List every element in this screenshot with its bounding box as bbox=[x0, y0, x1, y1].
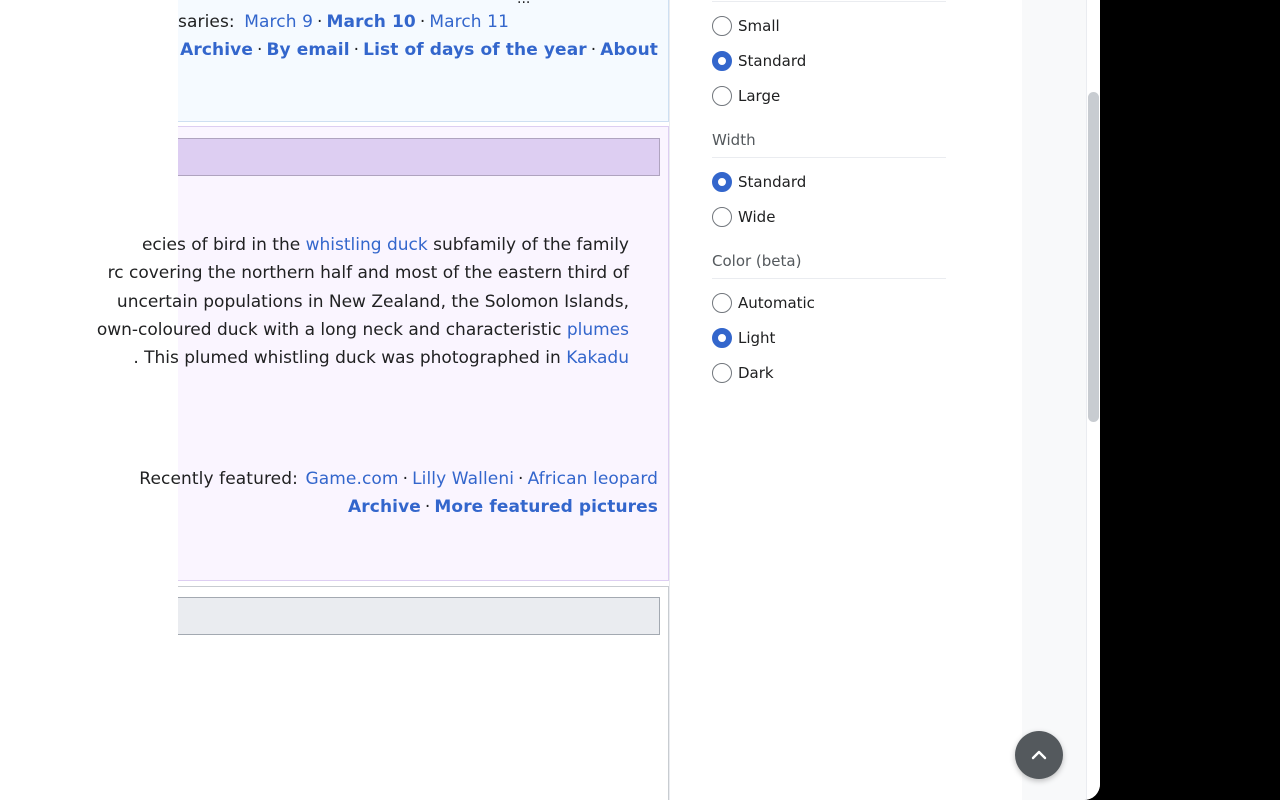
radio-label: Light bbox=[738, 329, 776, 347]
radio-option-wide[interactable]: Wide bbox=[712, 206, 775, 228]
width-group-title: Width bbox=[712, 131, 756, 149]
potd-text-line: ecies of bird in the whistling duck subf… bbox=[142, 235, 629, 255]
featured-link-game-com[interactable]: Game.com bbox=[305, 469, 398, 489]
radio-label: Wide bbox=[738, 208, 776, 226]
separator: · bbox=[419, 12, 426, 32]
potd-text-line: . This plumed whistling duck was photogr… bbox=[133, 348, 629, 368]
potd-text-segment: rc covering the northern half and most o… bbox=[107, 263, 629, 283]
radio-option-standard[interactable]: Standard bbox=[712, 50, 806, 72]
anniversaries-label: saries: bbox=[178, 12, 235, 32]
clipped-text-fragment: ... bbox=[517, 0, 530, 7]
appearance-panel: Small Standard Large Width Standard Wide Co… bbox=[700, 0, 960, 800]
radio-unchecked-icon[interactable] bbox=[712, 86, 732, 106]
radio-unchecked-icon[interactable] bbox=[712, 16, 732, 36]
color-group-rule bbox=[712, 278, 946, 279]
potd-inline-link[interactable]: whistling duck bbox=[306, 235, 428, 255]
archive-link[interactable]: Archive bbox=[180, 40, 253, 60]
recently-featured-line: Recently featured: Game.com · Lilly Wallen… bbox=[139, 469, 658, 489]
potd-archive-link[interactable]: Archive bbox=[348, 497, 421, 517]
radio-unchecked-icon[interactable] bbox=[712, 207, 732, 227]
day-link-march-10[interactable]: March 10 bbox=[327, 12, 416, 32]
on-this-day-box: ... saries: March 9·March 10·March 11 Ar… bbox=[178, 0, 669, 122]
potd-inline-link[interactable]: Kakadu bbox=[566, 348, 629, 368]
more-featured-pictures-link[interactable]: More featured pictures bbox=[434, 497, 658, 517]
potd-text-segment: uncertain populations in New Zealand, th… bbox=[116, 292, 629, 312]
separator: · bbox=[518, 469, 524, 489]
radio-option-standard[interactable]: Standard bbox=[712, 171, 806, 193]
potd-text-segment: . This plumed whistling duck was photogr… bbox=[133, 348, 567, 368]
radio-label: Dark bbox=[738, 364, 774, 382]
radio-checked-icon[interactable] bbox=[712, 51, 732, 71]
scrollbar-thumb[interactable] bbox=[1088, 92, 1099, 422]
scroll-to-top-button[interactable] bbox=[1015, 731, 1063, 779]
potd-heading-bar bbox=[178, 138, 660, 176]
picture-of-the-day-box: ecies of bird in the whistling duck subf… bbox=[97, 126, 669, 581]
main-content: ... saries: March 9·March 10·March 11 Ar… bbox=[97, 0, 670, 800]
potd-text-segment: own-coloured duck with a long neck and c… bbox=[96, 320, 567, 340]
featured-link-lilly-walleni[interactable]: Lilly Walleni bbox=[412, 469, 514, 489]
radio-option-small[interactable]: Small bbox=[712, 15, 780, 37]
radio-option-dark[interactable]: Dark bbox=[712, 362, 774, 384]
text-group-rule bbox=[712, 1, 946, 2]
potd-text-line: uncertain populations in New Zealand, th… bbox=[117, 292, 629, 312]
day-link-march-11[interactable]: March 11 bbox=[429, 12, 509, 32]
radio-option-light[interactable]: Light bbox=[712, 327, 775, 349]
radio-label: Large bbox=[738, 87, 781, 105]
potd-text-line: rc covering the northern half and most o… bbox=[108, 263, 629, 283]
radio-checked-icon[interactable] bbox=[712, 328, 732, 348]
potd-text-line: own-coloured duck with a long neck and c… bbox=[97, 320, 629, 340]
about-link[interactable]: About bbox=[600, 40, 658, 60]
radio-checked-icon[interactable] bbox=[712, 172, 732, 192]
potd-inline-link[interactable]: plumes bbox=[567, 320, 629, 340]
separator: · bbox=[590, 40, 597, 60]
color-group-title: Color (beta) bbox=[712, 252, 802, 270]
radio-label: Automatic bbox=[738, 294, 815, 312]
days-of-year-link[interactable]: List of days of the year bbox=[363, 40, 587, 60]
potd-text-segment: ecies of bird in the bbox=[141, 235, 306, 255]
page-viewport: ... saries: March 9·March 10·March 11 Ar… bbox=[0, 0, 1100, 800]
radio-option-large[interactable]: Large bbox=[712, 85, 780, 107]
featured-link-african-leopard[interactable]: African leopard bbox=[528, 469, 658, 489]
day-link-march-9[interactable]: March 9 bbox=[244, 12, 313, 32]
by-email-link[interactable]: By email bbox=[267, 40, 350, 60]
radio-label: Small bbox=[738, 17, 780, 35]
potd-footer-links: Archive · More featured pictures bbox=[348, 497, 658, 517]
recently-featured-label: Recently featured: bbox=[139, 469, 298, 489]
potd-text-segment: subfamily of the family bbox=[427, 235, 629, 255]
radio-label: Standard bbox=[738, 52, 807, 70]
separator: · bbox=[424, 497, 431, 517]
radio-unchecked-icon[interactable] bbox=[712, 363, 732, 383]
otd-footer-links: Archive · By email · List of days of the yea… bbox=[180, 40, 658, 60]
sidebar-strip bbox=[1022, 0, 1086, 800]
radio-option-automatic[interactable]: Automatic bbox=[712, 292, 815, 314]
width-group-rule bbox=[712, 157, 946, 158]
other-areas-box bbox=[178, 586, 669, 800]
radio-label: Standard bbox=[738, 173, 807, 191]
separator: · bbox=[317, 12, 323, 32]
separator: · bbox=[256, 40, 263, 60]
anniversaries-line: saries: March 9 · March 10 · March 11 bbox=[178, 12, 509, 32]
radio-unchecked-icon[interactable] bbox=[712, 293, 732, 313]
other-areas-heading-bar bbox=[178, 597, 660, 635]
chevron-up-icon bbox=[1031, 750, 1047, 760]
separator: · bbox=[402, 469, 409, 489]
separator: · bbox=[353, 40, 360, 60]
column-divider bbox=[669, 0, 670, 800]
